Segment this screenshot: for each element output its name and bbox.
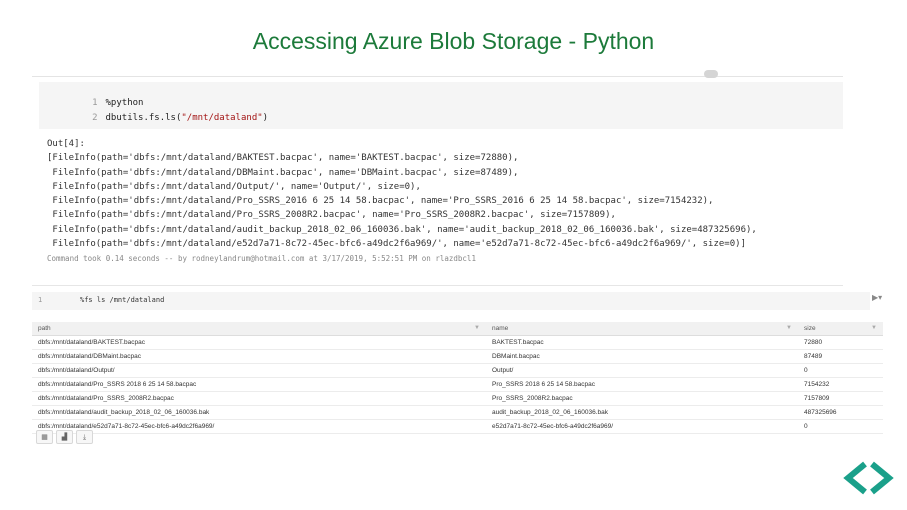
download-icon[interactable]: ⤓ <box>76 430 93 444</box>
table-row[interactable]: dbfs:/mnt/dataland/Output/Output/0 <box>32 363 883 378</box>
chevron-right-icon[interactable] <box>870 461 894 495</box>
table-cell-path: dbfs:/mnt/dataland/Output/ <box>32 363 486 378</box>
table-cell-path: dbfs:/mnt/dataland/audit_backup_2018_02_… <box>32 405 486 420</box>
line-number: 2 <box>92 113 98 123</box>
table-cell-name: e52d7a71-8c72-45ec-bfc6-a49dc2f6a969/ <box>486 419 798 434</box>
bar-chart-icon[interactable]: ▟ <box>56 430 73 444</box>
cell-divider <box>32 285 843 286</box>
column-header-size[interactable]: size ▼ <box>798 322 883 336</box>
table-cell-name: Pro_SSRS 2018 6 25 14 58.bacpac <box>486 377 798 392</box>
scroll-handle[interactable] <box>704 70 718 78</box>
output-label: Out[4]: <box>47 139 85 149</box>
code-editor[interactable]: 1 %python 2 dbutils.fs.ls("/mnt/dataland") <box>39 82 843 129</box>
table-cell-name: Output/ <box>486 363 798 378</box>
code-text: ) <box>262 113 269 123</box>
column-header-name[interactable]: name ▼ <box>486 322 798 336</box>
table-cell-path: dbfs:/mnt/dataland/BAKTEST.bacpac <box>32 335 486 350</box>
table-cell-path: dbfs:/mnt/dataland/Pro_SSRS 2018 6 25 14… <box>32 377 486 392</box>
output-line: FileInfo(path='dbfs:/mnt/dataland/audit_… <box>47 224 757 235</box>
output-line: FileInfo(path='dbfs:/mnt/dataland/DBMain… <box>47 167 519 178</box>
code-line-2: 2 dbutils.fs.ls("/mnt/dataland") <box>39 103 268 133</box>
command-took-status: Command took 0.14 seconds -- by rodneyla… <box>47 254 476 264</box>
table-row[interactable]: dbfs:/mnt/dataland/BAKTEST.bacpac BAKTEST… <box>32 335 883 350</box>
table-cell-name: DBMaint.bacpac <box>486 349 798 364</box>
table-row[interactable]: dbfs:/mnt/dataland/e52d7a71-8c72-45ec-bf… <box>32 419 883 434</box>
code-editor-2[interactable]: 1 %fs ls /mnt/dataland <box>32 292 870 310</box>
table-cell-size: 7157809 <box>798 391 883 406</box>
code-string: "/mnt/dataland" <box>181 113 263 123</box>
output-line: [FileInfo(path='dbfs:/mnt/dataland/BAKTE… <box>47 153 519 164</box>
table-row[interactable]: dbfs:/mnt/dataland/Pro_SSRS_2008R2.bacpa… <box>32 391 883 406</box>
table-cell-size: 487325696 <box>798 405 883 420</box>
code-text: dbutils.fs.ls( <box>105 113 182 123</box>
column-header-path[interactable]: path ▼ <box>32 322 486 336</box>
run-arrow-icon[interactable]: ▶▾ <box>872 293 882 302</box>
table-cell-size: 0 <box>798 419 883 434</box>
slide-title: Accessing Azure Blob Storage - Python <box>252 28 655 54</box>
table-row[interactable]: dbfs:/mnt/dataland/DBMaint.bacpac DBMaint… <box>32 349 883 364</box>
notebook-cell-1: 1 %python 2 dbutils.fs.ls("/mnt/dataland") <box>32 70 843 129</box>
cell-output: Out[4]: [FileInfo(path='dbfs:/mnt/datala… <box>47 137 757 263</box>
table-cell-size: 87489 <box>798 349 883 364</box>
table-cell-path: dbfs:/mnt/dataland/e52d7a71-8c72-45ec-bf… <box>32 419 486 434</box>
chevron-left-icon[interactable] <box>843 461 867 495</box>
table-cell-name: BAKTEST.bacpac <box>486 335 798 350</box>
table-cell-path: dbfs:/mnt/dataland/Pro_SSRS_2008R2.bacpa… <box>32 391 486 406</box>
sort-icon[interactable]: ▼ <box>786 325 792 331</box>
table-cell-name: Pro_SSRS_2008R2.bacpac <box>486 391 798 406</box>
slide-nav <box>843 461 894 495</box>
table-cell-path: dbfs:/mnt/dataland/DBMaint.bacpac <box>32 349 486 364</box>
table-view-icon[interactable]: ▦ <box>36 430 53 444</box>
table-cell-size: 7154232 <box>798 377 883 392</box>
line-number: 1 <box>38 296 43 304</box>
code-text: %fs ls /mnt/dataland <box>80 296 165 304</box>
sort-icon[interactable]: ▼ <box>474 325 480 331</box>
output-line: FileInfo(path='dbfs:/mnt/dataland/Pro_SS… <box>47 210 616 221</box>
output-toolbar: ▦ ▟ ⤓ <box>36 430 93 444</box>
output-line: FileInfo(path='dbfs:/mnt/dataland/Output… <box>47 181 421 192</box>
table-header-row: path ▼ name ▼ size ▼ <box>32 322 883 336</box>
output-line: FileInfo(path='dbfs:/mnt/dataland/Pro_SS… <box>47 196 714 207</box>
sort-icon[interactable]: ▼ <box>871 325 877 331</box>
results-table: path ▼ name ▼ size ▼ dbfs:/mnt/dataland/BAK… <box>32 322 883 434</box>
table-row[interactable]: dbfs:/mnt/dataland/audit_backup_2018_02_… <box>32 405 883 420</box>
cell-divider <box>32 76 843 77</box>
table-cell-size: 72880 <box>798 335 883 350</box>
table-cell-name: audit_backup_2018_02_06_160036.bak <box>486 405 798 420</box>
output-line: FileInfo(path='dbfs:/mnt/dataland/e52d7a… <box>47 239 746 250</box>
table-cell-size: 0 <box>798 363 883 378</box>
table-row[interactable]: dbfs:/mnt/dataland/Pro_SSRS 2018 6 25 14… <box>32 377 883 392</box>
